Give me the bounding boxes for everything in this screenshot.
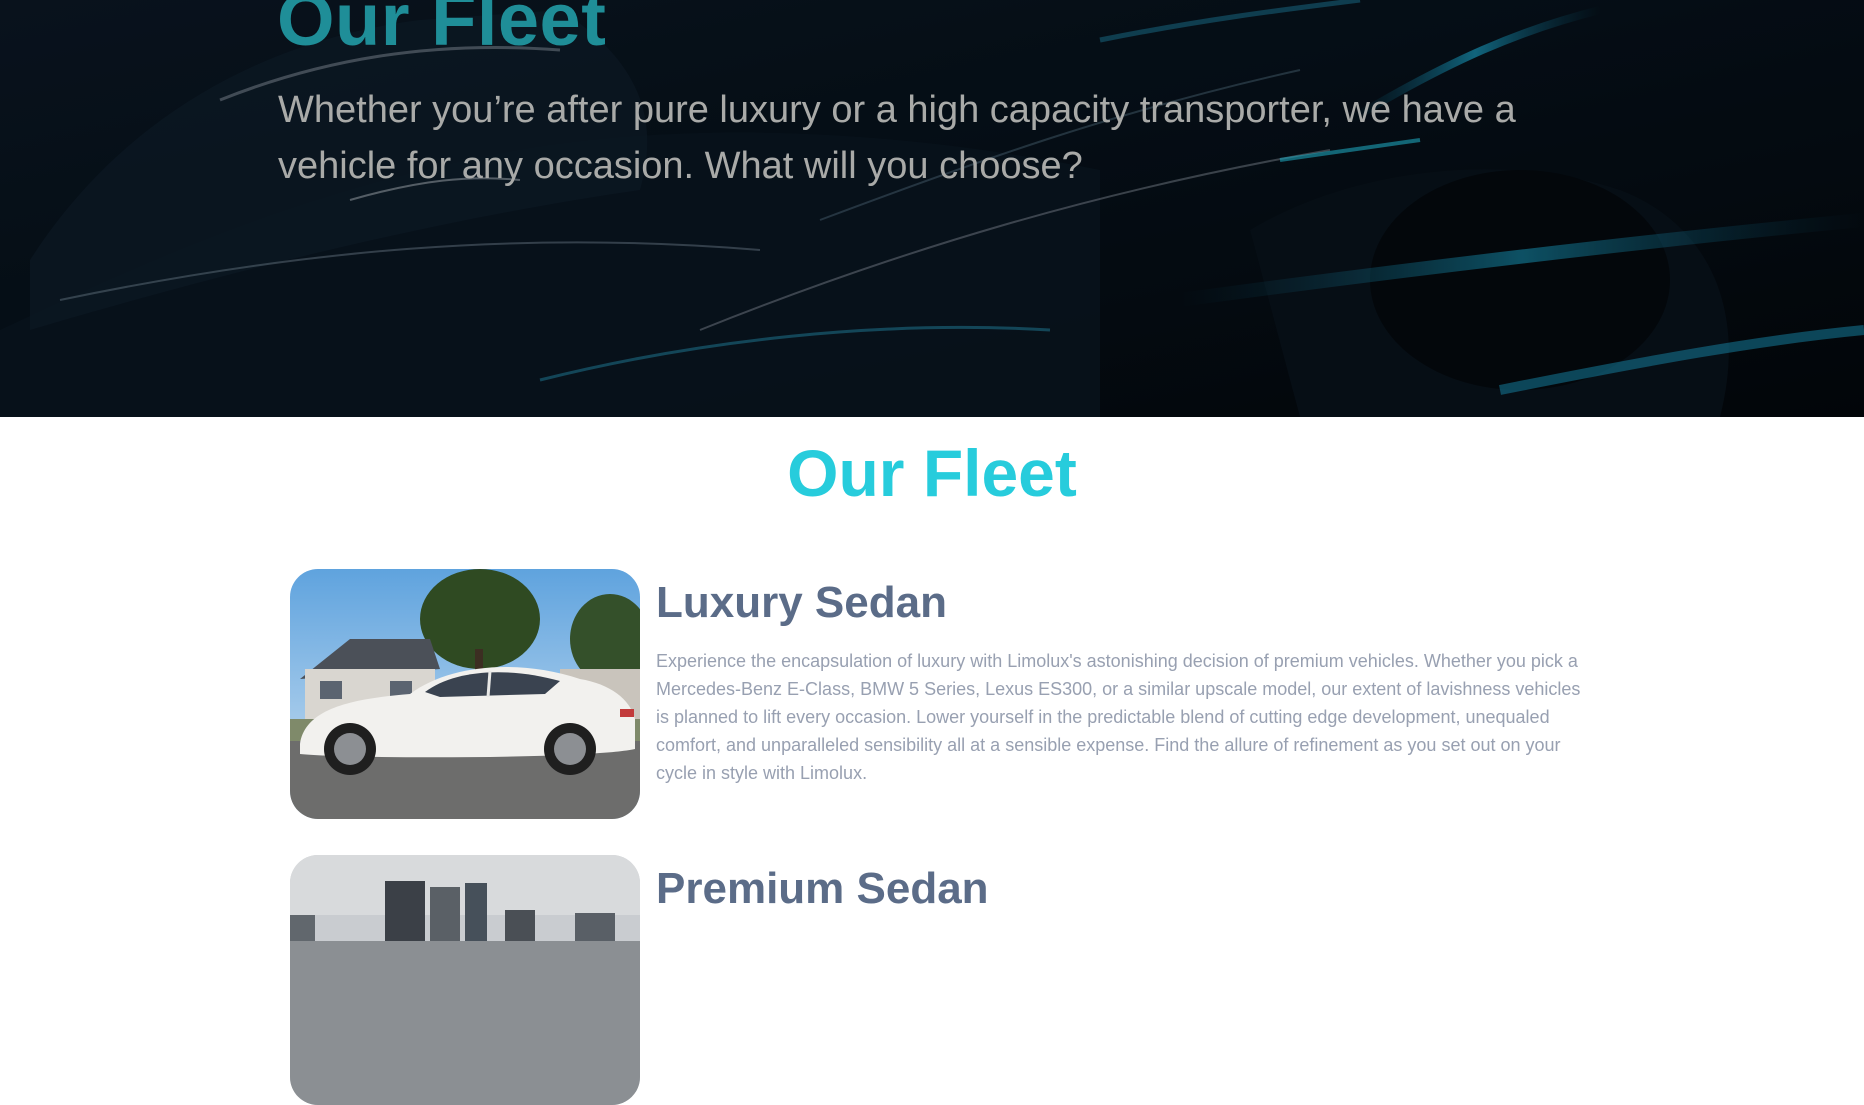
card-title: Luxury Sedan (656, 578, 947, 627)
luxury-sedan-image (290, 569, 640, 819)
premium-sedan-image (290, 855, 640, 1105)
hero-title: Our Fleet (277, 0, 607, 61)
card-title: Premium Sedan (656, 864, 989, 913)
fleet-section-title: Our Fleet (787, 436, 1077, 510)
hero-subtitle: Whether you’re after pure luxury or a hi… (278, 89, 1516, 187)
hero-background-image (0, 0, 1864, 417)
card-description: Experience the encapsulation of luxury w… (656, 651, 1581, 783)
hero-banner: Our Fleet Whether you’re after pure luxu… (0, 0, 1864, 417)
